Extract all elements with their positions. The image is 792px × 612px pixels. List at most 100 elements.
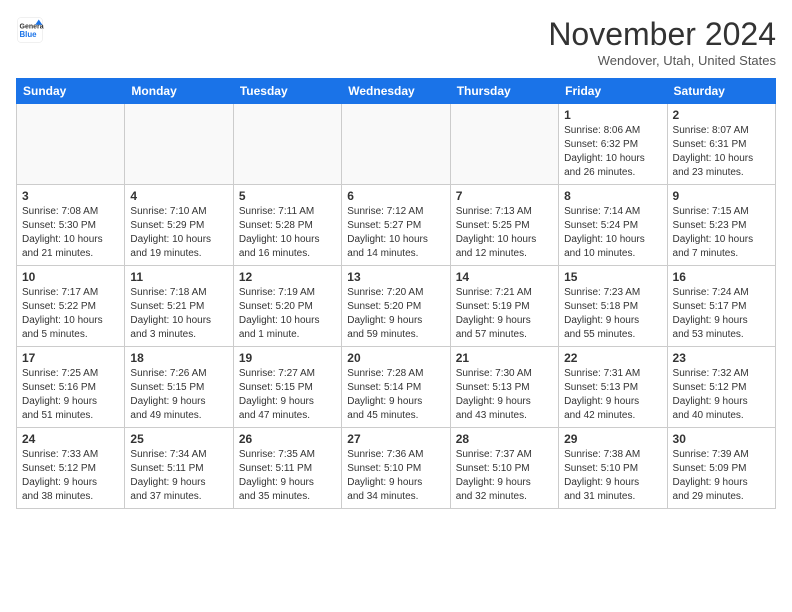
calendar-cell: 13Sunrise: 7:20 AM Sunset: 5:20 PM Dayli…: [342, 266, 450, 347]
calendar-cell: 7 Sunrise: 7:13 AM Sunset: 5:25 PM Daylig…: [450, 185, 558, 266]
day-number: 2: [673, 108, 770, 122]
calendar-table: SundayMondayTuesdayWednesdayThursdayFrid…: [16, 78, 776, 509]
day-number: 21: [456, 351, 553, 365]
calendar-cell: 27 Sunrise: 7:36 AM Sunset: 5:10 PM Dayli…: [342, 428, 450, 509]
calendar-cell: 29Sunrise: 7:38 AM Sunset: 5:10 PM Dayli…: [559, 428, 667, 509]
day-info: Sunrise: 7:18 AM Sunset: 5:21 PM Dayligh…: [130, 286, 227, 342]
day-info: Sunrise: 7:13 AM Sunset: 5:25 PM Dayligh…: [456, 205, 553, 261]
calendar-week-4: 17 Sunrise: 7:25 AM Sunset: 5:16 PM Dayli…: [17, 347, 776, 428]
calendar-cell: 20 Sunrise: 7:28 AM Sunset: 5:14 PM Dayli…: [342, 347, 450, 428]
day-info: Sunrise: 7:33 AM Sunset: 5:12 PM Dayligh…: [22, 448, 119, 504]
calendar-cell: [125, 104, 233, 185]
weekday-header-sunday: Sunday: [17, 79, 125, 104]
day-info: Sunrise: 7:11 AM Sunset: 5:28 PM Dayligh…: [239, 205, 336, 261]
calendar-cell: 1 Sunrise: 8:06 AM Sunset: 6:32 PM Daylig…: [559, 104, 667, 185]
day-number: 20: [347, 351, 444, 365]
day-number: 10: [22, 270, 119, 284]
day-number: 9: [673, 189, 770, 203]
day-number: 14: [456, 270, 553, 284]
weekday-header-monday: Monday: [125, 79, 233, 104]
calendar-cell: 15 Sunrise: 7:23 AM Sunset: 5:18 PM Dayli…: [559, 266, 667, 347]
day-info: Sunrise: 7:15 AM Sunset: 5:23 PM Dayligh…: [673, 205, 770, 261]
calendar-cell: 19 Sunrise: 7:27 AM Sunset: 5:15 PM Dayli…: [233, 347, 341, 428]
day-number: 30: [673, 432, 770, 446]
day-number: 27: [347, 432, 444, 446]
day-info: Sunrise: 7:08 AM Sunset: 5:30 PM Dayligh…: [22, 205, 119, 261]
day-number: 18: [130, 351, 227, 365]
calendar-cell: 16 Sunrise: 7:24 AM Sunset: 5:17 PM Dayli…: [667, 266, 775, 347]
day-number: 29: [564, 432, 661, 446]
day-number: 8: [564, 189, 661, 203]
calendar-cell: [342, 104, 450, 185]
day-info: Sunrise: 7:36 AM Sunset: 5:10 PM Dayligh…: [347, 448, 444, 504]
calendar-cell: 14 Sunrise: 7:21 AM Sunset: 5:19 PM Dayli…: [450, 266, 558, 347]
weekday-header-friday: Friday: [559, 79, 667, 104]
calendar-week-1: 1 Sunrise: 8:06 AM Sunset: 6:32 PM Daylig…: [17, 104, 776, 185]
day-number: 26: [239, 432, 336, 446]
day-info: Sunrise: 7:31 AM Sunset: 5:13 PM Dayligh…: [564, 367, 661, 423]
day-info: Sunrise: 7:26 AM Sunset: 5:15 PM Dayligh…: [130, 367, 227, 423]
calendar-cell: 30 Sunrise: 7:39 AM Sunset: 5:09 PM Dayli…: [667, 428, 775, 509]
day-info: Sunrise: 7:17 AM Sunset: 5:22 PM Dayligh…: [22, 286, 119, 342]
calendar-cell: 26 Sunrise: 7:35 AM Sunset: 5:11 PM Dayli…: [233, 428, 341, 509]
day-info: Sunrise: 7:21 AM Sunset: 5:19 PM Dayligh…: [456, 286, 553, 342]
calendar-cell: 22 Sunrise: 7:31 AM Sunset: 5:13 PM Dayli…: [559, 347, 667, 428]
day-info: Sunrise: 7:32 AM Sunset: 5:12 PM Dayligh…: [673, 367, 770, 423]
weekday-header-tuesday: Tuesday: [233, 79, 341, 104]
weekday-header-saturday: Saturday: [667, 79, 775, 104]
day-number: 28: [456, 432, 553, 446]
calendar-cell: 18 Sunrise: 7:26 AM Sunset: 5:15 PM Dayli…: [125, 347, 233, 428]
weekday-header-thursday: Thursday: [450, 79, 558, 104]
weekday-header-wednesday: Wednesday: [342, 79, 450, 104]
calendar-cell: 21 Sunrise: 7:30 AM Sunset: 5:13 PM Dayli…: [450, 347, 558, 428]
calendar-cell: 11 Sunrise: 7:18 AM Sunset: 5:21 PM Dayli…: [125, 266, 233, 347]
day-info: Sunrise: 7:28 AM Sunset: 5:14 PM Dayligh…: [347, 367, 444, 423]
day-info: Sunrise: 7:30 AM Sunset: 5:13 PM Dayligh…: [456, 367, 553, 423]
day-number: 16: [673, 270, 770, 284]
logo-icon: General Blue: [16, 16, 44, 44]
logo: General Blue: [16, 16, 44, 44]
day-number: 25: [130, 432, 227, 446]
svg-text:Blue: Blue: [20, 30, 38, 39]
day-info: Sunrise: 7:39 AM Sunset: 5:09 PM Dayligh…: [673, 448, 770, 504]
day-number: 6: [347, 189, 444, 203]
day-number: 15: [564, 270, 661, 284]
location: Wendover, Utah, United States: [548, 53, 776, 68]
day-info: Sunrise: 7:25 AM Sunset: 5:16 PM Dayligh…: [22, 367, 119, 423]
title-block: November 2024 Wendover, Utah, United Sta…: [548, 16, 776, 68]
calendar-cell: 3Sunrise: 7:08 AM Sunset: 5:30 PM Daylig…: [17, 185, 125, 266]
calendar-cell: 8 Sunrise: 7:14 AM Sunset: 5:24 PM Daylig…: [559, 185, 667, 266]
calendar-cell: [233, 104, 341, 185]
day-number: 1: [564, 108, 661, 122]
calendar-cell: 25 Sunrise: 7:34 AM Sunset: 5:11 PM Dayli…: [125, 428, 233, 509]
day-info: Sunrise: 7:24 AM Sunset: 5:17 PM Dayligh…: [673, 286, 770, 342]
calendar-cell: 2 Sunrise: 8:07 AM Sunset: 6:31 PM Daylig…: [667, 104, 775, 185]
page-header: General Blue November 2024 Wendover, Uta…: [16, 16, 776, 68]
day-number: 19: [239, 351, 336, 365]
day-number: 12: [239, 270, 336, 284]
calendar-cell: 17 Sunrise: 7:25 AM Sunset: 5:16 PM Dayli…: [17, 347, 125, 428]
day-info: Sunrise: 8:07 AM Sunset: 6:31 PM Dayligh…: [673, 124, 770, 180]
day-info: Sunrise: 8:06 AM Sunset: 6:32 PM Dayligh…: [564, 124, 661, 180]
day-info: Sunrise: 7:12 AM Sunset: 5:27 PM Dayligh…: [347, 205, 444, 261]
day-info: Sunrise: 7:20 AM Sunset: 5:20 PM Dayligh…: [347, 286, 444, 342]
calendar-cell: [17, 104, 125, 185]
day-number: 11: [130, 270, 227, 284]
calendar-cell: 10 Sunrise: 7:17 AM Sunset: 5:22 PM Dayli…: [17, 266, 125, 347]
calendar-cell: 28Sunrise: 7:37 AM Sunset: 5:10 PM Dayli…: [450, 428, 558, 509]
day-info: Sunrise: 7:14 AM Sunset: 5:24 PM Dayligh…: [564, 205, 661, 261]
month-title: November 2024: [548, 16, 776, 53]
calendar-week-2: 3Sunrise: 7:08 AM Sunset: 5:30 PM Daylig…: [17, 185, 776, 266]
calendar-cell: 12Sunrise: 7:19 AM Sunset: 5:20 PM Dayli…: [233, 266, 341, 347]
calendar-cell: 6 Sunrise: 7:12 AM Sunset: 5:27 PM Daylig…: [342, 185, 450, 266]
day-info: Sunrise: 7:27 AM Sunset: 5:15 PM Dayligh…: [239, 367, 336, 423]
day-number: 22: [564, 351, 661, 365]
day-info: Sunrise: 7:35 AM Sunset: 5:11 PM Dayligh…: [239, 448, 336, 504]
calendar-week-3: 10 Sunrise: 7:17 AM Sunset: 5:22 PM Dayli…: [17, 266, 776, 347]
day-info: Sunrise: 7:23 AM Sunset: 5:18 PM Dayligh…: [564, 286, 661, 342]
calendar-cell: 5Sunrise: 7:11 AM Sunset: 5:28 PM Daylig…: [233, 185, 341, 266]
day-info: Sunrise: 7:34 AM Sunset: 5:11 PM Dayligh…: [130, 448, 227, 504]
calendar-cell: 23Sunrise: 7:32 AM Sunset: 5:12 PM Dayli…: [667, 347, 775, 428]
day-number: 17: [22, 351, 119, 365]
day-number: 7: [456, 189, 553, 203]
